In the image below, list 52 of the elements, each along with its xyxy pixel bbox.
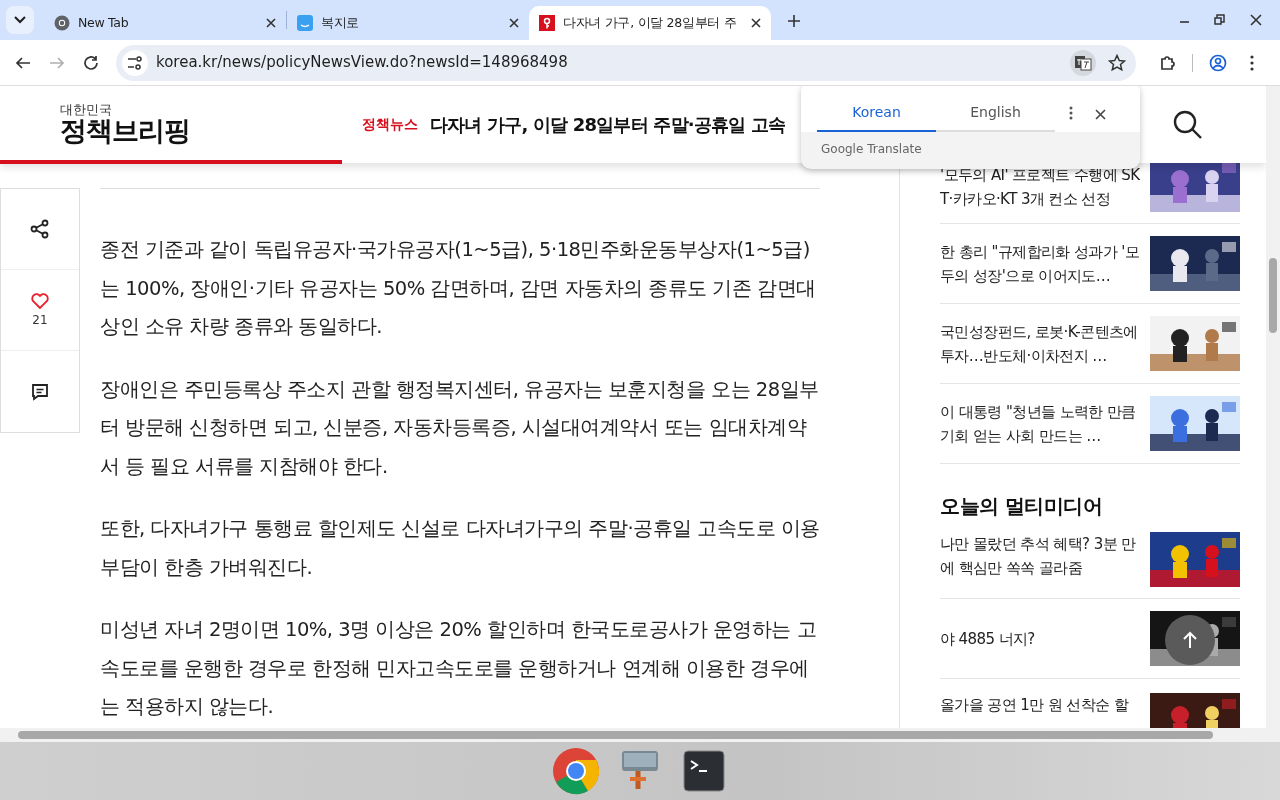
bookmark-star-icon[interactable] [1108,53,1126,72]
address-bar[interactable]: korea.kr/news/policyNewsView.do?newsId=148968498 [116,44,1136,81]
language-tab[interactable]: English [936,94,1055,132]
close-icon[interactable] [509,18,519,28]
news-link[interactable]: 국민성장펀드, 로봇·K-콘텐츠에 투자…반도체·이차전지 … [940,319,1140,368]
scrollbar-thumb[interactable] [18,731,1213,739]
puzzle-piece-icon[interactable] [1158,53,1176,72]
close-icon[interactable] [751,18,761,28]
category-link[interactable]: 정책뉴스 [362,114,418,135]
chrome-icon [54,15,70,31]
close-icon[interactable] [1095,109,1106,120]
tab-list-button[interactable] [6,6,34,34]
article-paragraph: 종전 기준과 같이 독립유공자·국가유공자(1~5급), 5·18민주화운동부상자(1~5급)는 100%, 장애인·기타 유공자는 50% 감면하며, 감면 자동차의 종류도 기존 감면대상인 소유 차량 종류와 동일하다. [100,237,817,340]
site-info-icon[interactable] [122,49,148,76]
search-icon[interactable] [1173,110,1203,140]
profile-icon[interactable] [1209,53,1227,72]
scrollbar-thumb[interactable] [1269,258,1277,333]
reload-icon[interactable] [82,53,100,72]
site-logo[interactable]: 대한민국 정책브리핑 [60,103,330,146]
video-link[interactable]: 올가을 공연 1만 원 선착순 할 [940,693,1140,717]
terminal-icon[interactable] [680,747,728,795]
google-translate-label: Google Translate [820,141,923,158]
translate-icon[interactable] [1070,49,1096,76]
article-paragraph: 미성년 자녀 2명이면 10%, 3명 이상은 20% 할인하며 한국도로공사가 운영하는 고속도로를 운행한 경우로 한정해 민자고속도로를 운행하거나 연계해 이용한 경우에는 적용하지 않는다. [100,617,818,720]
menu-icon[interactable] [1250,54,1254,71]
article-paragraph: 장애인은 주민등록상 주소지 관할 행정복지센터, 유공자는 보훈지청을 오는 28일부터 방문해 신청하면 되고, 신분증, 자동차등록증, 시설대여계약서 또는 임대차계약서 등 필요 서류를 지참해야 한다. [100,376,820,480]
language-tab[interactable]: Korean [817,94,936,132]
plus-icon[interactable] [787,14,801,28]
smile-logo-icon [297,15,313,31]
browser-tab[interactable]: New Tab [44,6,286,40]
article-paragraph: 또한, 다자녀가구 통행료 할인제도 신설로 다자녀가구의 주말·공휴일 고속도로 이용 부담이 한층 가벼워진다. [100,516,820,581]
browser-tab[interactable]: 다자녀 가구, 이달 28일부터 주 [529,6,771,40]
key-logo-icon [539,15,555,31]
more-options-icon[interactable] [1069,106,1073,120]
close-icon[interactable] [266,18,276,28]
like-count: 21 [32,312,48,329]
up-arrow-icon [1182,631,1198,649]
browser-tab[interactable]: 복지로 [287,6,529,40]
heart-icon[interactable] [30,291,50,311]
restore-icon[interactable] [1212,12,1228,28]
video-link[interactable]: 야 4885 너지? [940,626,1140,651]
news-link[interactable]: 한 총리 "규제합리화 성과가 '모두의 성장'으로 이어지도… [940,239,1140,288]
chrome-icon[interactable] [552,747,600,795]
caret-icon [14,16,26,24]
url-text: korea.kr/news/policyNewsView.do?newsId=148968498 [156,52,569,74]
section-heading: 오늘의 멀티미디어 [940,493,1104,520]
comment-icon[interactable] [30,381,50,402]
article-headline: 다자녀 가구, 이달 28일부터 주말·공휴일 고속 [430,113,786,137]
video-link[interactable]: 나만 몰랐던 추석 혜택? 3분 만에 핵심만 쏙쏙 골라줌 [940,532,1140,580]
news-link[interactable]: 이 대통령 "청년들 노력한 만큼 기회 얻는 사회 만드는 … [940,399,1140,448]
close-icon[interactable] [1248,12,1264,28]
share-icon[interactable] [30,219,50,239]
